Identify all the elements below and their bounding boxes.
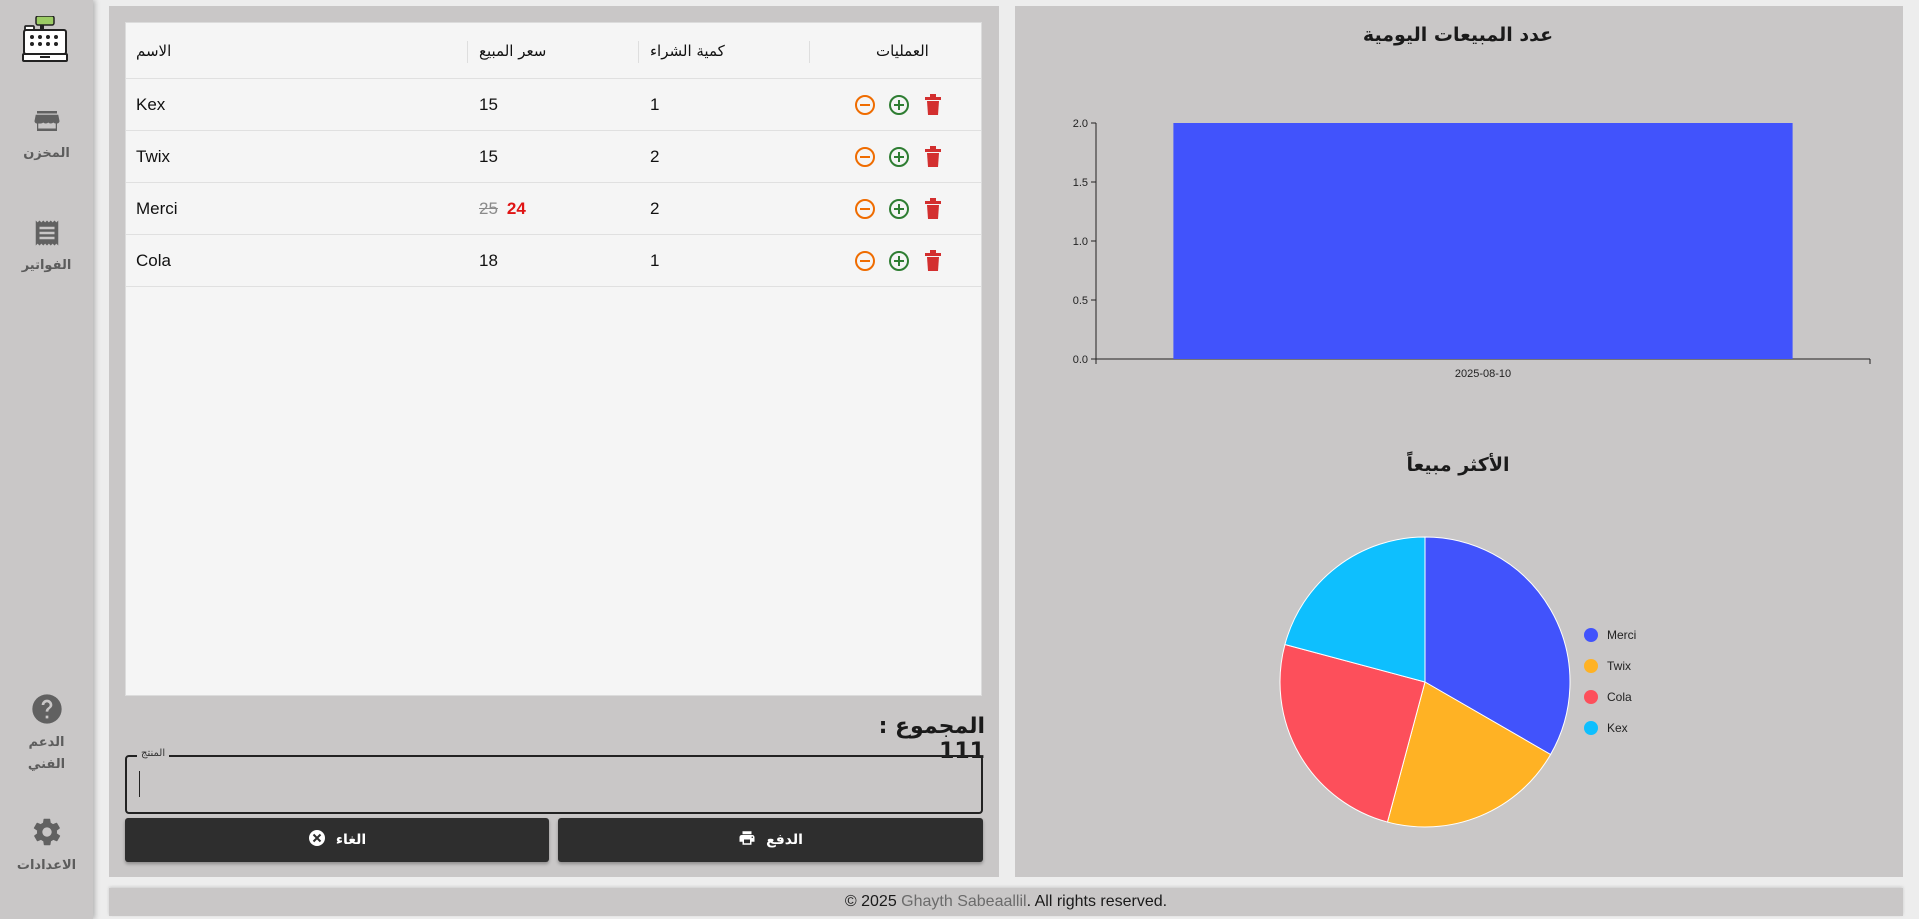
table-row: Merci 25 24 2 [126,183,981,235]
bar [1173,123,1793,359]
best-sellers-pie-chart: Merci Twix Cola Kex [1279,536,1636,828]
increase-icon[interactable] [887,249,911,273]
daily-sales-bar-chart: 0.0 0.5 1.0 1.5 2.0 2025-08-10 [1073,118,1871,380]
row-name: Kex [136,95,166,114]
row-price: 15 [479,147,498,166]
header-price[interactable]: سعر المبيع [479,23,546,79]
table-row: Twix 15 2 [126,131,981,183]
sidebar-item-label: الاعدادات [16,858,77,873]
pie-chart-title: الأكثر مبيعاً [1406,454,1510,476]
delete-icon[interactable] [921,197,945,221]
x-tick-label: 2025-08-10 [1455,368,1511,380]
sidebar-item-settings[interactable]: الاعدادات [0,816,93,877]
increase-icon[interactable] [887,197,911,221]
sidebar-item-store[interactable]: المخزن [0,106,93,165]
legend-label: Cola [1607,690,1632,704]
y-tick-label: 1.0 [1073,236,1088,248]
delete-icon[interactable] [921,249,945,273]
row-name: Merci [136,199,178,218]
decrease-icon[interactable] [853,249,877,273]
legend-label: Merci [1607,628,1636,642]
header-divider [809,41,810,63]
legend-marker [1584,721,1598,735]
decrease-icon[interactable] [853,93,877,117]
receipt-icon [32,218,62,252]
footer-copyright: © 2025 [844,893,902,910]
pay-label: الدفع [766,832,803,848]
y-tick-label: 2.0 [1073,118,1088,130]
row-actions [853,93,945,117]
row-qty: 2 [650,147,660,166]
header-name[interactable]: الاسم [136,23,171,79]
printer-icon [738,829,756,851]
sidebar-item-label: المخزن [23,146,70,161]
header-divider [467,41,468,63]
y-tick-label: 0.5 [1073,295,1088,307]
legend-marker [1584,659,1598,673]
delete-icon[interactable] [921,145,945,169]
sidebar-item-invoices[interactable]: الفواتير [0,218,93,277]
row-name: Cola [136,251,171,270]
gear-icon [31,816,63,852]
product-field: المنتج [125,748,983,814]
row-qty: 2 [650,199,660,218]
sidebar-item-support[interactable]: الدعم الفني [0,693,93,776]
header-divider [638,41,639,63]
cash-register-icon[interactable] [22,15,68,62]
legend-label: Twix [1607,659,1631,673]
sidebar: المخزن الفواتير الدعم الفني الاعدادات [0,0,93,919]
table-header: الاسم سعر المبيع كمية الشراء العمليات [126,23,981,79]
old-price: 25 [479,199,498,218]
row-price: 25 24 [479,183,526,235]
pay-button[interactable]: الدفع [558,818,983,862]
bar-chart-title: عدد المبيعات اليومية [1362,24,1554,46]
y-tick-label: 0.0 [1073,354,1088,366]
row-actions [853,197,945,221]
row-price: 18 [479,251,498,270]
row-price: 15 [479,95,498,114]
store-icon [32,106,62,140]
legend-label: Kex [1607,721,1628,735]
total-label: المجموع : [878,714,985,739]
decrease-icon[interactable] [853,145,877,169]
increase-icon[interactable] [887,145,911,169]
row-actions [853,145,945,169]
footer-author-link[interactable]: Ghayth Sabeaallil [901,893,1026,911]
delete-icon[interactable] [921,93,945,117]
row-qty: 1 [650,95,660,114]
row-actions [853,249,945,273]
sidebar-item-label: الدعم الفني [27,735,66,772]
header-ops: العمليات [876,42,929,60]
product-field-label: المنتج [137,748,170,759]
header-qty[interactable]: كمية الشراء [650,23,725,79]
cancel-icon [308,829,326,851]
legend-marker [1584,690,1598,704]
cancel-label: الغاء [335,832,367,848]
row-qty: 1 [650,251,660,270]
product-input[interactable] [139,771,969,797]
legend-marker [1584,628,1598,642]
table-row: Cola 18 1 [126,235,981,287]
table-row: Kex 15 1 [126,79,981,131]
decrease-icon[interactable] [853,197,877,221]
cart-table: الاسم سعر المبيع كمية الشراء العمليات Ke… [125,22,982,696]
discounted-price: 24 [506,199,526,218]
sidebar-item-label: الفواتير [21,258,72,273]
increase-icon[interactable] [887,93,911,117]
cancel-button[interactable]: الغاء [125,818,549,862]
footer: © 2025 Ghayth Sabeaallil . All rights re… [109,888,1903,916]
y-tick-label: 1.5 [1073,177,1088,189]
footer-rights: . All rights reserved. [1026,893,1168,910]
help-icon [31,693,63,729]
row-name: Twix [136,147,170,166]
